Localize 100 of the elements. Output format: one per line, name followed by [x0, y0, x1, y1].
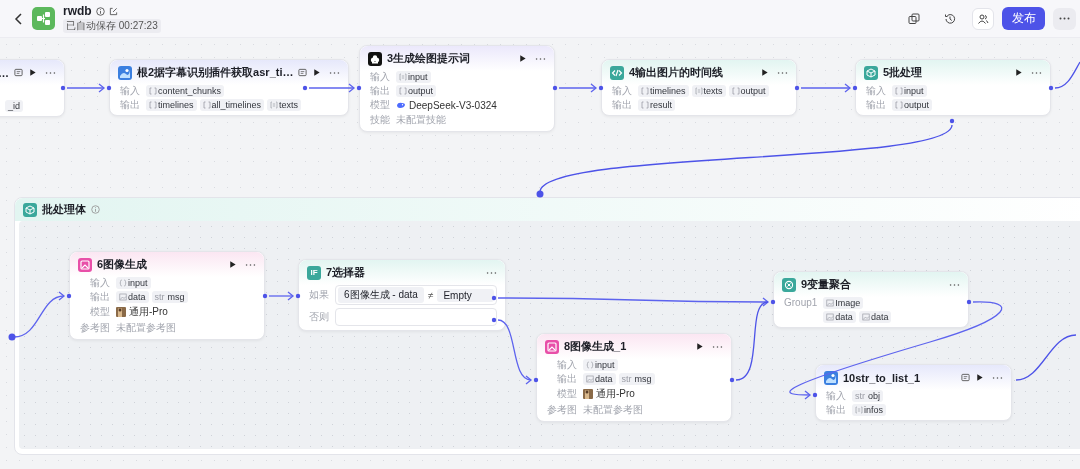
port-dot[interactable]: [295, 293, 301, 299]
node-title: 5批处理: [883, 65, 924, 80]
port-dot[interactable]: [770, 299, 776, 305]
row-label: 输出: [90, 291, 110, 303]
connector-arrow: [308, 83, 356, 93]
variable-name: _id: [8, 101, 20, 111]
variable-name: output: [740, 86, 766, 96]
more-icon[interactable]: [245, 262, 256, 267]
row-label: 输出: [612, 99, 632, 111]
run-icon[interactable]: [228, 260, 237, 269]
variable-name: infos: [864, 405, 883, 415]
row-label: 输入: [612, 85, 632, 97]
run-icon[interactable]: [28, 68, 37, 77]
history-icon[interactable]: [944, 12, 956, 25]
workflow-node[interactable]: 5批处理 输入 input 输出 output: [855, 59, 1051, 116]
array-type-icon: [202, 101, 211, 109]
workflow-node[interactable]: 4输出图片的时间线 输入 timelines texts output 输出 result: [601, 59, 797, 116]
run-icon[interactable]: [695, 342, 704, 351]
object-type-icon: [119, 279, 127, 287]
row-label: 否则: [309, 310, 329, 323]
array-type-icon: [641, 101, 649, 109]
port-dot[interactable]: [60, 85, 66, 91]
row-label: 模型: [370, 99, 390, 111]
port-dot[interactable]: [262, 293, 268, 299]
variable-name: data: [870, 312, 889, 322]
port-dot[interactable]: [356, 85, 362, 91]
port-dot[interactable]: [812, 392, 818, 398]
node-note: 未配置参考图: [116, 321, 176, 335]
node-icon: [864, 65, 878, 80]
run-icon[interactable]: [312, 68, 322, 77]
copy-icon[interactable]: [908, 12, 920, 25]
workflow-node[interactable]: IF 7选择器 如果 6图像生成 - data ≠ Empty 否则: [298, 259, 506, 331]
object-type-icon: [586, 361, 594, 369]
node-title: 6图像生成: [97, 257, 149, 272]
port-dot[interactable]: [106, 85, 112, 91]
port-dot[interactable]: [8, 333, 16, 341]
workflow-node[interactable]: 3生成绘图提示词 输入 input 输出 output 模型 DeepSeek-V3-0324 技能 未配置技能: [359, 45, 555, 132]
port-dot[interactable]: [949, 118, 955, 124]
port-dot[interactable]: [302, 85, 308, 91]
port-dot[interactable]: [794, 85, 800, 91]
condition-value: Empty: [437, 288, 494, 302]
variable-name: input: [904, 86, 924, 96]
more-icon[interactable]: [777, 70, 788, 75]
row-label: 输出: [866, 99, 886, 111]
row-label: 如果: [309, 289, 329, 301]
more-icon[interactable]: [535, 56, 546, 61]
more-icon[interactable]: [486, 270, 497, 275]
port-dot[interactable]: [533, 377, 539, 383]
publish-button[interactable]: 发布: [1002, 7, 1045, 30]
more-icon[interactable]: [45, 70, 56, 75]
batch-icon: [23, 202, 37, 217]
node-title: 3生成绘图提示词: [387, 51, 472, 66]
more-icon[interactable]: [329, 70, 341, 75]
run-icon[interactable]: [760, 68, 769, 77]
list-type-icon: [855, 406, 863, 414]
run-icon[interactable]: [1014, 68, 1023, 77]
variable-name: all_timelines: [211, 100, 262, 110]
more-icon[interactable]: [1031, 70, 1042, 75]
variable-name: input: [595, 360, 615, 370]
port-dot[interactable]: [491, 317, 497, 323]
port-dot[interactable]: [966, 299, 972, 305]
model-name: 通用-Pro: [129, 305, 168, 319]
workflow-node[interactable]: 6图像生成 输入 input 输出 data str msg 模型 通用-Pro 参考图 未配置参考图: [69, 251, 265, 340]
workflow-node[interactable]: 8图像生成_1 输入 input 输出 data str msg 模型 通用-Pro 参考图 未配置参考图: [536, 333, 732, 422]
variable-name: input: [128, 278, 148, 288]
row-label: 模型: [90, 306, 110, 318]
port-dot[interactable]: [1048, 85, 1054, 91]
workflow-node[interactable]: 9变量聚合 Group1 Image data data: [773, 271, 969, 328]
port-dot[interactable]: [552, 85, 558, 91]
more-icon[interactable]: [949, 282, 960, 287]
back-icon[interactable]: [14, 12, 24, 25]
workflow-node[interactable]: … _id: [0, 59, 65, 117]
more-icon[interactable]: [712, 344, 723, 349]
node-title: 4输出图片的时间线: [629, 65, 725, 80]
row-label: 输入: [370, 71, 390, 83]
image-type-icon: [586, 375, 594, 383]
workflow-node[interactable]: 10str_to_list_1 输入 str obj 输出 infos: [815, 364, 1012, 421]
row-label: 输出: [370, 85, 390, 97]
collaborators-button[interactable]: [972, 7, 994, 30]
array-type-icon: [399, 87, 407, 95]
image-type-icon: [119, 293, 127, 301]
more-icon[interactable]: [992, 375, 1003, 380]
type-prefix: str: [855, 391, 865, 401]
port-dot[interactable]: [536, 190, 544, 198]
info-icon[interactable]: [95, 6, 105, 16]
workflow-node[interactable]: 根2据字幕识别插件获取asr_ti… 输入 content_chunks 输出 timelines all_timelines texts: [109, 59, 350, 116]
node-title: 根2据字幕识别插件获取asr_ti…: [137, 65, 294, 80]
model-thumbnail-icon: [583, 389, 593, 399]
port-dot[interactable]: [491, 295, 497, 301]
port-dot[interactable]: [852, 85, 858, 91]
port-dot[interactable]: [598, 85, 604, 91]
array-type-icon: [731, 87, 740, 95]
edit-icon[interactable]: [108, 6, 118, 16]
run-icon[interactable]: [518, 54, 527, 63]
port-dot[interactable]: [66, 293, 72, 299]
port-dot[interactable]: [729, 377, 735, 383]
connector-arrow: [497, 319, 533, 385]
variable-name: data: [128, 292, 146, 302]
run-icon[interactable]: [975, 373, 984, 382]
connector-arrow: [66, 83, 106, 93]
